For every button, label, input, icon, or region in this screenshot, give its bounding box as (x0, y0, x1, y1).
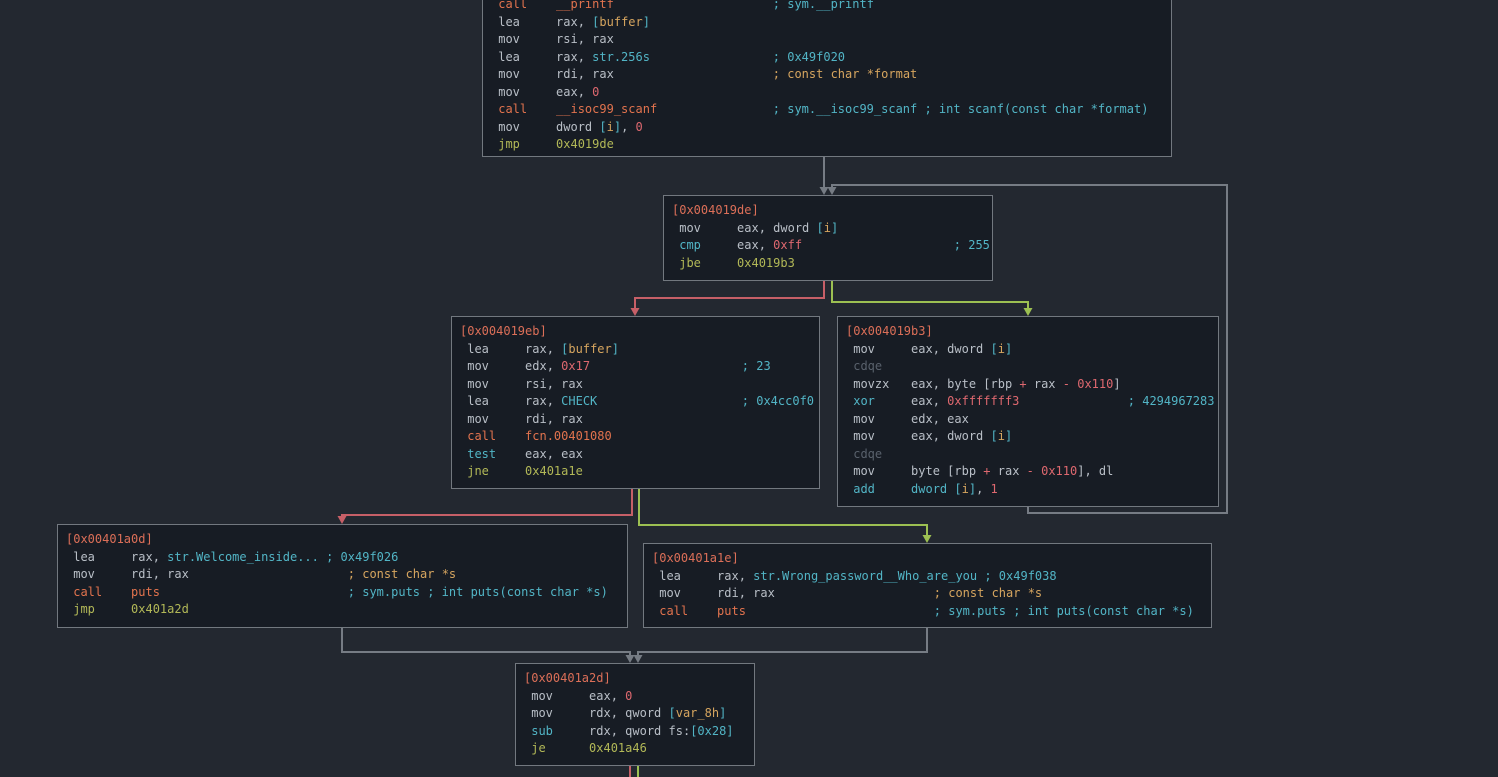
asm-instruction: mov rdx, qword [var_8h] (524, 705, 746, 723)
asm-instruction: sub rdx, qword fs:[0x28] (524, 723, 746, 741)
asm-instruction: lea rax, str.Wrong_password__Who_are_you… (652, 568, 1203, 586)
asm-instruction: mov byte [rbp + rax - 0x110], dl (846, 463, 1210, 481)
asm-instruction: jne 0x401a1e (460, 463, 811, 481)
edge-0x004019eb-false-to-0x00401a0d (342, 489, 632, 518)
block-address-header: [0x004019eb] (460, 323, 811, 341)
edge-0x004019de-false-to-0x004019eb (635, 281, 824, 310)
edge-0x004019b3-loop-to-0x004019de-arrowhead (828, 187, 837, 195)
edge-entry-to-0x004019de-arrowhead (820, 187, 829, 195)
asm-instruction: mov rdi, rax ; const char *format (491, 66, 1163, 84)
asm-instruction: cdqe (846, 358, 1210, 376)
asm-instruction: mov rdi, rax (460, 411, 811, 429)
asm-instruction: cmp eax, 0xff ; 255 (672, 237, 984, 255)
basic-block-0x00401a2d[interactable]: [0x00401a2d] mov eax, 0 mov rdx, qword [… (515, 663, 755, 766)
basic-block-0x00401a0d[interactable]: [0x00401a0d] lea rax, str.Welcome_inside… (57, 524, 628, 628)
asm-instruction: xor eax, 0xfffffff3 ; 4294967283 (846, 393, 1210, 411)
basic-block-0x00401a1e[interactable]: [0x00401a1e] lea rax, str.Wrong_password… (643, 543, 1212, 628)
edge-0x004019de-true-to-0x004019b3-arrowhead (1024, 308, 1033, 316)
asm-instruction: jmp 0x401a2d (66, 601, 619, 619)
asm-instruction: lea rax, [buffer] (491, 14, 1163, 32)
asm-instruction: test eax, eax (460, 446, 811, 464)
asm-instruction: mov eax, dword [i] (846, 428, 1210, 446)
asm-instruction: lea rax, str.256s ; 0x49f020 (491, 49, 1163, 67)
asm-instruction: je 0x401a46 (524, 740, 746, 758)
asm-instruction: call puts ; sym.puts ; int puts(const ch… (66, 584, 619, 602)
asm-instruction: mov rsi, rax (460, 376, 811, 394)
asm-instruction: mov edx, eax (846, 411, 1210, 429)
edge-0x00401a1e-to-0x00401a2d-arrowhead (634, 655, 643, 663)
asm-instruction: call puts ; sym.puts ; int puts(const ch… (652, 603, 1203, 621)
asm-instruction: jmp 0x4019de (491, 136, 1163, 154)
basic-block-0x004019eb[interactable]: [0x004019eb] lea rax, [buffer] mov edx, … (451, 316, 820, 489)
asm-instruction: mov dword [i], 0 (491, 119, 1163, 137)
asm-instruction: call __isoc99_scanf ; sym.__isoc99_scanf… (491, 101, 1163, 119)
asm-instruction: mov eax, 0 (491, 84, 1163, 102)
asm-instruction: mov eax, dword [i] (846, 341, 1210, 359)
asm-instruction: mov eax, dword [i] (672, 220, 984, 238)
edge-0x004019de-false-to-0x004019eb-arrowhead (631, 308, 640, 316)
asm-instruction: call fcn.00401080 (460, 428, 811, 446)
edge-0x00401a1e-to-0x00401a2d (638, 628, 927, 657)
edge-0x004019eb-true-to-0x00401a1e-arrowhead (923, 535, 932, 543)
asm-instruction: lea rax, [buffer] (460, 341, 811, 359)
asm-instruction: movzx eax, byte [rbp + rax - 0x110] (846, 376, 1210, 394)
block-address-header: [0x00401a0d] (66, 531, 619, 549)
block-address-header: [0x004019de] (672, 202, 984, 220)
asm-instruction: mov rdi, rax ; const char *s (66, 566, 619, 584)
basic-block-0x004019b3[interactable]: [0x004019b3] mov eax, dword [i] cdqe mov… (837, 316, 1219, 507)
basic-block-0x004019de[interactable]: [0x004019de] mov eax, dword [i] cmp eax,… (663, 195, 993, 281)
edge-0x004019eb-false-to-0x00401a0d-arrowhead (338, 516, 347, 524)
asm-instruction: mov rdi, rax ; const char *s (652, 585, 1203, 603)
edge-0x00401a0d-to-0x00401a2d-arrowhead (626, 655, 635, 663)
asm-instruction: lea rax, CHECK ; 0x4cc0f0 (460, 393, 811, 411)
basic-block-entry[interactable]: call __printf ; sym.__printf lea rax, [b… (482, 0, 1172, 157)
asm-instruction: call __printf ; sym.__printf (491, 0, 1163, 14)
edge-0x004019de-true-to-0x004019b3 (832, 281, 1028, 310)
asm-instruction: cdqe (846, 446, 1210, 464)
asm-instruction: mov edx, 0x17 ; 23 (460, 358, 811, 376)
block-address-header: [0x004019b3] (846, 323, 1210, 341)
block-address-header: [0x00401a2d] (524, 670, 746, 688)
asm-instruction: lea rax, str.Welcome_inside... ; 0x49f02… (66, 549, 619, 567)
edge-0x00401a0d-to-0x00401a2d (342, 628, 630, 657)
asm-instruction: mov rsi, rax (491, 31, 1163, 49)
block-address-header: [0x00401a1e] (652, 550, 1203, 568)
asm-instruction: jbe 0x4019b3 (672, 255, 984, 273)
asm-instruction: mov eax, 0 (524, 688, 746, 706)
asm-instruction: add dword [i], 1 (846, 481, 1210, 499)
